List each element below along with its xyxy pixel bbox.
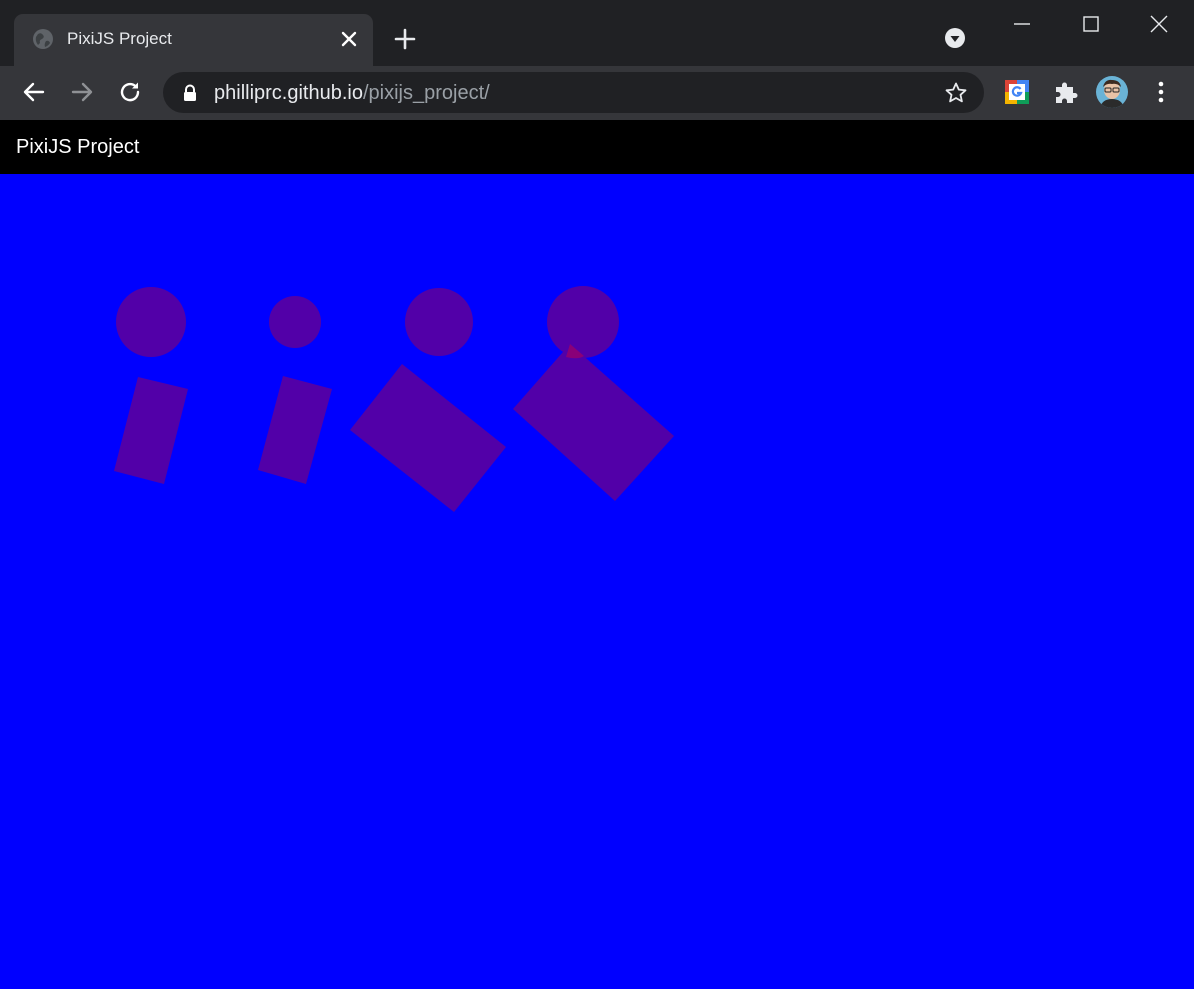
browser-tab[interactable]: PixiJS Project	[14, 14, 373, 66]
minimize-icon[interactable]	[1008, 10, 1036, 38]
pixi-scene	[114, 286, 674, 512]
url-host: philliprc.github.io	[214, 82, 363, 104]
page-header: PixiJS Project	[0, 120, 1194, 174]
arrow-left-icon[interactable]	[21, 79, 47, 105]
globe-icon	[33, 29, 53, 49]
maximize-icon[interactable]	[1077, 10, 1105, 38]
figure-1-head	[116, 287, 186, 357]
tab-title: PixiJS Project	[67, 29, 172, 48]
kebab-menu-icon[interactable]	[1148, 79, 1174, 105]
url-text[interactable]: philliprc.github.io/pixijs_project/	[214, 81, 490, 105]
figure-3-head	[405, 288, 473, 356]
figure-2-body	[258, 376, 332, 484]
star-icon[interactable]	[944, 81, 968, 105]
lock-icon[interactable]	[182, 84, 198, 102]
close-icon[interactable]	[338, 28, 360, 50]
google-translate-icon[interactable]	[1004, 79, 1030, 105]
avatar-image	[1096, 76, 1128, 108]
arrow-right-icon[interactable]	[69, 79, 95, 105]
tab-search-icon[interactable]	[944, 27, 966, 49]
url-path: /pixijs_project/	[362, 82, 490, 104]
plus-icon[interactable]	[393, 27, 417, 51]
figure-3-body	[350, 364, 506, 512]
figure-1-body	[114, 377, 188, 484]
browser-toolbar: philliprc.github.io/pixijs_project/	[0, 66, 1194, 120]
figure-4-body	[513, 344, 674, 501]
address-bar[interactable]: philliprc.github.io/pixijs_project/	[163, 72, 984, 113]
window-close-icon[interactable]	[1145, 10, 1173, 38]
avatar[interactable]	[1096, 76, 1128, 108]
figure-4-head	[547, 286, 619, 358]
pixi-canvas[interactable]	[0, 174, 1194, 989]
page-title: PixiJS Project	[16, 136, 140, 158]
figure-2-head	[269, 296, 321, 348]
puzzle-icon[interactable]	[1053, 79, 1079, 105]
reload-icon[interactable]	[117, 79, 143, 105]
tab-strip: PixiJS Project	[0, 0, 1194, 66]
